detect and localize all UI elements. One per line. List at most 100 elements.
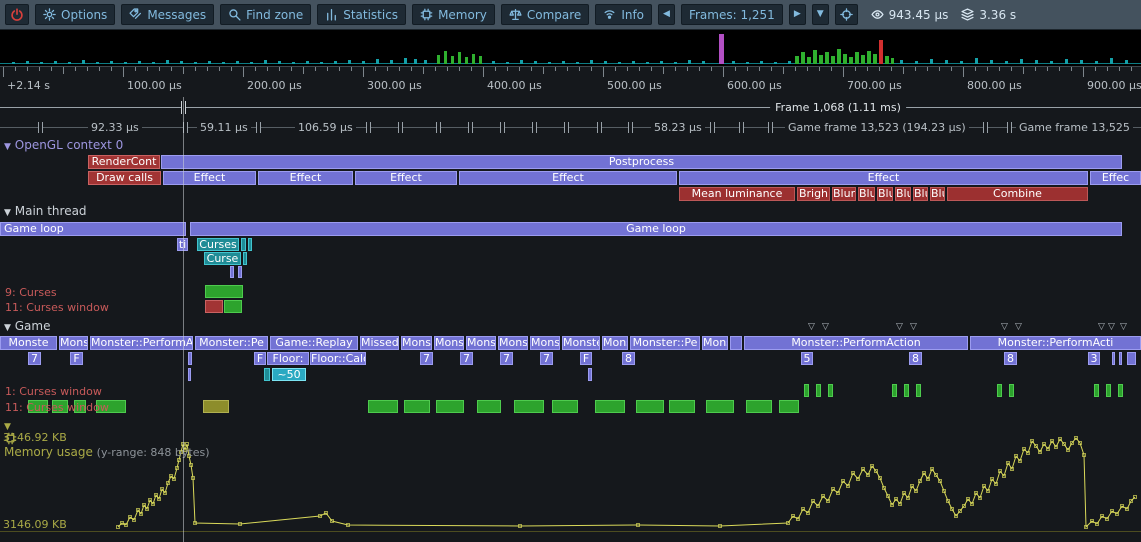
zone-bar[interactable]: Missed [360, 336, 399, 350]
message-marker-icon[interactable]: ▽ [808, 322, 815, 332]
zone-bar[interactable]: 7 [540, 352, 553, 365]
zone-bar[interactable]: Blur [895, 187, 911, 201]
zone-bar[interactable]: F [70, 352, 83, 365]
zone-bar[interactable]: Monst [466, 336, 496, 350]
zone-bar[interactable]: Effect [355, 171, 457, 185]
zone-bar[interactable]: Mons [702, 336, 728, 350]
zone-bar[interactable]: Mons [602, 336, 628, 350]
section-header-game[interactable]: ▼ Game [4, 319, 50, 333]
zone-bar[interactable]: 7 [28, 352, 41, 365]
zone-bar[interactable]: Game::Replay [270, 336, 358, 350]
zone-bar[interactable] [730, 336, 742, 350]
zone-bar[interactable] [230, 266, 234, 278]
zone-bar[interactable]: Postprocess [161, 155, 1122, 169]
zone-bar[interactable] [368, 400, 398, 413]
zone-bar[interactable]: 8 [909, 352, 922, 365]
zone-bar[interactable] [436, 400, 464, 413]
zone-bar[interactable] [514, 400, 544, 413]
zone-bar[interactable]: Effect [163, 171, 256, 185]
zone-bar[interactable] [816, 384, 821, 397]
zone-bar[interactable] [243, 252, 247, 265]
zone-bar[interactable]: Monst [401, 336, 432, 350]
zone-bar[interactable]: Monste [59, 336, 88, 350]
zone-bar[interactable]: Monst [498, 336, 528, 350]
zone-bar[interactable] [804, 384, 809, 397]
zone-bar[interactable]: Blur [913, 187, 928, 201]
zone-bar[interactable] [188, 368, 191, 381]
message-marker-icon[interactable]: ▽ [1001, 322, 1008, 332]
zone-bar[interactable]: 7 [460, 352, 473, 365]
zone-bar[interactable]: Blur [877, 187, 893, 201]
zone-bar[interactable] [477, 400, 501, 413]
zone-bar[interactable]: 7 [500, 352, 513, 365]
zone-bar[interactable]: Effect [459, 171, 677, 185]
zone-bar[interactable]: Monste [0, 336, 57, 350]
zone-bar[interactable] [238, 266, 242, 278]
zone-bar[interactable]: Monster::PerformActi [970, 336, 1141, 350]
zone-bar[interactable]: Effect [679, 171, 1088, 185]
zone-bar[interactable] [1094, 384, 1099, 397]
zone-bar[interactable] [706, 400, 734, 413]
zone-bar[interactable] [404, 400, 430, 413]
zone-bar[interactable]: 8 [622, 352, 635, 365]
zone-bar[interactable] [904, 384, 909, 397]
message-marker-icon[interactable]: ▽ [896, 322, 903, 332]
message-marker-icon[interactable]: ▽ [822, 322, 829, 332]
zone-bar[interactable] [669, 400, 695, 413]
zone-bar[interactable] [997, 384, 1002, 397]
zone-bar[interactable] [1112, 352, 1115, 365]
zone-bar[interactable]: Game loop [0, 222, 186, 236]
zone-bar[interactable]: Curse [204, 252, 241, 265]
zone-bar[interactable] [1118, 384, 1123, 397]
message-marker-icon[interactable]: ▽ [910, 322, 917, 332]
zone-bar[interactable] [746, 400, 772, 413]
zone-bar[interactable]: ~50 [272, 368, 306, 381]
zone-bar[interactable] [552, 400, 578, 413]
zone-bar[interactable] [828, 384, 833, 397]
zone-bar[interactable] [224, 300, 242, 313]
zone-bar[interactable] [892, 384, 897, 397]
zone-bar[interactable]: Effect [258, 171, 353, 185]
zone-bar[interactable]: Blur [832, 187, 856, 201]
zone-bar[interactable] [1119, 352, 1122, 365]
section-header-memory[interactable]: ▼ Memory usage (y-range: 848 bytes) [4, 418, 210, 459]
zone-bar[interactable] [248, 238, 252, 251]
zone-bar[interactable]: 3 [1088, 352, 1100, 365]
zone-bar[interactable]: RenderCont [88, 155, 160, 169]
lock-label[interactable]: 11: Curses window [5, 401, 109, 414]
zone-bar[interactable]: Monster::PerformAction [744, 336, 968, 350]
zone-bar[interactable]: 8 [1004, 352, 1017, 365]
message-marker-icon[interactable]: ▽ [1120, 322, 1127, 332]
zone-bar[interactable]: Blur [858, 187, 875, 201]
zone-bar[interactable]: Curses [197, 238, 239, 251]
zone-bar[interactable]: Monst [434, 336, 464, 350]
zone-bar[interactable] [916, 384, 921, 397]
zone-bar[interactable]: Floor::Calc [310, 352, 366, 365]
zone-bar[interactable] [264, 368, 270, 381]
zone-bar[interactable] [595, 400, 625, 413]
zone-bar[interactable]: Mean luminance [679, 187, 795, 201]
message-marker-icon[interactable]: ▽ [1015, 322, 1022, 332]
zone-bar[interactable]: Monste [562, 336, 600, 350]
section-header-opengl[interactable]: ▼ OpenGL context 0 [4, 138, 123, 152]
zone-bar[interactable] [205, 285, 243, 298]
zone-bar[interactable] [205, 300, 223, 313]
zone-bar[interactable] [203, 400, 229, 413]
zone-bar[interactable]: Combine [947, 187, 1088, 201]
zone-bar[interactable]: 5 [801, 352, 813, 365]
zone-bar[interactable]: Effec [1090, 171, 1141, 185]
zone-bar[interactable]: Draw calls [88, 171, 161, 185]
zone-bar[interactable]: Monster::Pe [630, 336, 700, 350]
zone-bar[interactable]: Floor: [267, 352, 309, 365]
zone-bar[interactable]: Monster::Pe [195, 336, 268, 350]
zone-bar[interactable] [1127, 352, 1136, 365]
lock-label[interactable]: 1: Curses window [5, 385, 102, 398]
section-header-main-thread[interactable]: ▼ Main thread [4, 204, 87, 218]
zone-bar[interactable]: Monster::PerformA [90, 336, 193, 350]
zone-bar[interactable] [241, 238, 246, 251]
zone-bar[interactable]: Brigh [797, 187, 830, 201]
message-marker-icon[interactable]: ▽ [1108, 322, 1115, 332]
zone-bar[interactable] [779, 400, 799, 413]
zone-bar[interactable] [588, 368, 592, 381]
zone-bar[interactable] [1009, 384, 1014, 397]
